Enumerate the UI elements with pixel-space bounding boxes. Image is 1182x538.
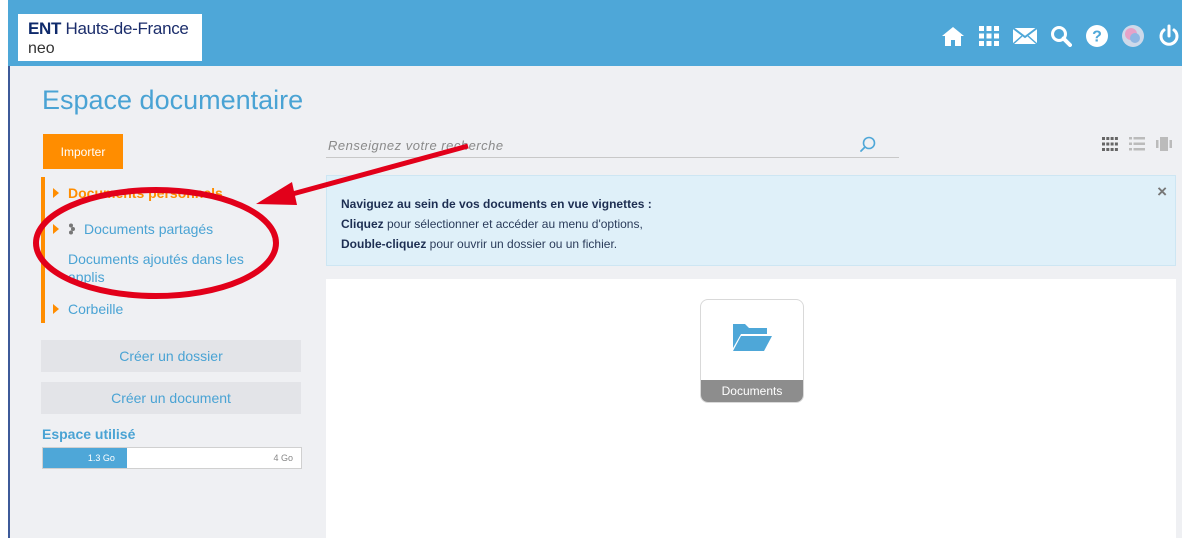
documents-grid: Documents	[326, 279, 1176, 538]
tree-item-corbeille[interactable]: Corbeille	[45, 301, 123, 317]
info-dblclick-text: pour ouvrir un dossier ou un fichier.	[426, 237, 618, 251]
close-icon[interactable]: ×	[1157, 182, 1167, 202]
logo-brand: ENT	[28, 19, 62, 38]
expand-arrow-icon[interactable]	[53, 224, 59, 234]
info-banner: Naviguez au sein de vos documents en vue…	[326, 175, 1176, 266]
create-folder-button[interactable]: Créer un dossier	[41, 340, 301, 372]
info-line-1: Naviguez au sein de vos documents en vue…	[341, 197, 652, 211]
quota-bar: 1.3 Go 4 Go	[42, 447, 302, 469]
top-icons: ?	[940, 22, 1182, 50]
tree-item-documents-personnels[interactable]: Documents personnels	[45, 185, 223, 201]
list-view-icon[interactable]	[1129, 136, 1145, 152]
info-click-text: pour sélectionner et accéder au menu d'o…	[383, 217, 643, 231]
tree-item-documents-partages[interactable]: Documents partagés	[45, 221, 213, 237]
view-toggles	[1102, 136, 1172, 152]
quota-total: 4 Go	[273, 453, 293, 463]
info-dblclick-bold: Double-cliquez	[341, 237, 427, 251]
tree-item-label: Documents personnels	[68, 185, 223, 201]
top-bar: ENT Hauts-de-France neo ?	[8, 0, 1182, 66]
search-input[interactable]	[326, 134, 866, 156]
search-bar	[326, 134, 899, 158]
search-icon[interactable]	[859, 136, 877, 154]
home-icon[interactable]	[940, 23, 966, 49]
grid-view-icon[interactable]	[1102, 136, 1118, 152]
svg-text:?: ?	[1092, 29, 1102, 46]
import-button[interactable]: Importer	[43, 134, 123, 169]
folder-tree: Documents personnels Documents partagés …	[41, 177, 301, 323]
mail-icon[interactable]	[1012, 23, 1038, 49]
power-icon[interactable]	[1156, 23, 1182, 49]
tree-item-label: Documents ajoutés dans les applis	[68, 251, 244, 285]
carousel-view-icon[interactable]	[1156, 136, 1172, 152]
quota-used: 1.3 Go	[87, 453, 115, 463]
logo-sub: neo	[28, 40, 55, 57]
folder-open-icon	[731, 320, 773, 357]
space-used-label: Espace utilisé	[42, 426, 136, 442]
help-icon[interactable]: ?	[1084, 23, 1110, 49]
ent-logo[interactable]: ENT Hauts-de-France neo	[18, 14, 202, 61]
expand-arrow-icon[interactable]	[53, 304, 59, 314]
tree-item-documents-applis[interactable]: Documents ajoutés dans les applis	[45, 250, 265, 286]
tree-item-label: Documents partagés	[84, 221, 214, 237]
folder-card[interactable]: Documents	[700, 299, 804, 403]
avatar[interactable]	[1120, 23, 1146, 49]
expand-arrow-icon[interactable]	[53, 188, 59, 198]
tree-item-label: Corbeille	[68, 301, 124, 317]
main-area: Espace documentaire Importer Documents p…	[8, 66, 1182, 538]
create-document-button[interactable]: Créer un document	[41, 382, 301, 414]
page-title: Espace documentaire	[42, 85, 304, 115]
apps-grid-icon[interactable]	[976, 23, 1002, 49]
folder-name: Documents	[701, 380, 803, 402]
search-icon[interactable]	[1048, 23, 1074, 49]
logo-region: Hauts-de-France	[61, 19, 189, 38]
quota-fill: 1.3 Go	[43, 448, 127, 468]
share-icon	[68, 223, 76, 235]
info-click-bold: Cliquez	[341, 217, 384, 231]
